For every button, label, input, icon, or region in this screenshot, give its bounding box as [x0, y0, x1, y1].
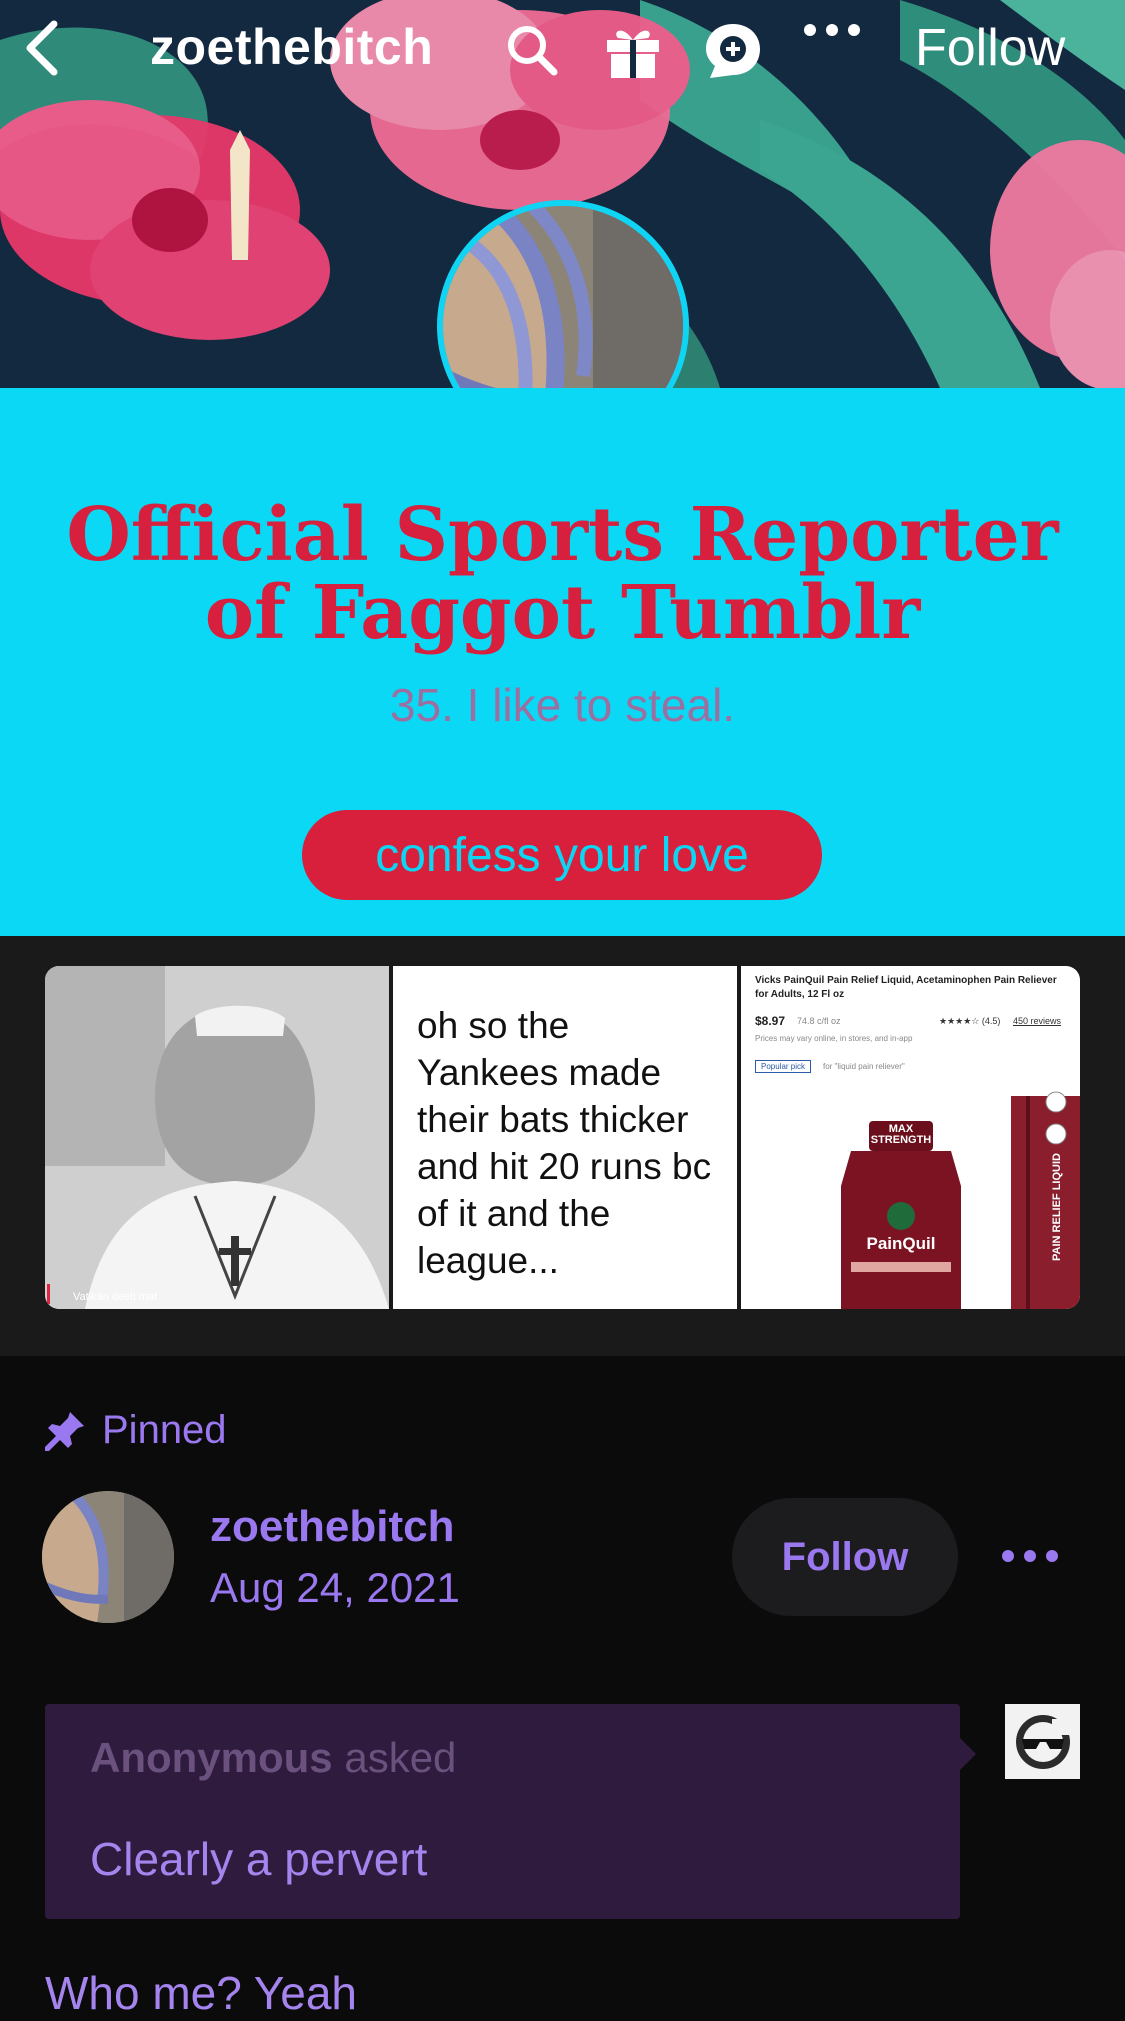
post-author-avatar[interactable]: [42, 1491, 174, 1623]
back-chevron-icon: [26, 20, 58, 76]
search-button[interactable]: [502, 20, 566, 84]
photo-image: [45, 966, 389, 1309]
more-horizontal-icon: [1002, 1550, 1058, 1562]
pinned-label: Pinned: [102, 1408, 227, 1452]
post-author-name[interactable]: zoethebitch: [210, 1502, 454, 1552]
ask-question: Clearly a pervert: [90, 1833, 428, 1885]
asked-label: asked: [344, 1734, 457, 1781]
grid-tile-photo[interactable]: Vatikan deelt mat: [45, 966, 389, 1309]
pinned-post: Pinned zoethebitch Aug 24, 2021 Follow A…: [0, 1356, 1125, 2021]
back-button[interactable]: [22, 18, 82, 86]
anonymous-avatar: [1005, 1704, 1080, 1779]
photo-caption: Vatikan deelt mat: [73, 1291, 158, 1303]
post-answer-text: Who me? Yeah: [45, 1967, 358, 2019]
blog-info-section: Official Sports Reporter of Faggot Tumbl…: [0, 388, 1125, 936]
asker-name: Anonymous: [90, 1734, 333, 1781]
confess-love-button[interactable]: confess your love: [302, 810, 822, 900]
featured-posts-grid: Vatikan deelt mat oh so the Yankees made…: [45, 966, 1080, 1309]
product-brand: PainQuil: [866, 1234, 936, 1253]
blog-description: 35. I like to steal.: [389, 679, 736, 731]
more-options-button[interactable]: [802, 20, 866, 84]
search-icon: [508, 26, 558, 76]
product-max-label: MAX STRENGTH: [870, 1123, 932, 1146]
top-navigation-bar: zoethebitch Follow: [0, 0, 1125, 105]
ask-bubble-tail: [958, 1736, 976, 1772]
author-avatar-image: [42, 1491, 174, 1623]
blog-name[interactable]: zoethebitch: [150, 18, 433, 76]
post-date: Aug 24, 2021: [210, 1564, 460, 1611]
blog-headline: Official Sports Reporter of Faggot Tumbl…: [66, 492, 1059, 656]
ask-button[interactable]: [702, 20, 766, 84]
post-follow-button[interactable]: Follow: [732, 1498, 958, 1616]
ask-bubble: Anonymous asked Clearly a pervert: [45, 1704, 960, 1919]
post-more-button[interactable]: [995, 1531, 1065, 1581]
more-horizontal-icon: [804, 24, 860, 36]
ask-bubble-icon: [706, 24, 760, 78]
text-post-preview: oh so the Yankees made their bats thicke…: [417, 1005, 712, 1281]
follow-blog-button[interactable]: Follow: [915, 18, 1065, 78]
gift-icon: [607, 30, 659, 78]
featured-posts-section: Vatikan deelt mat oh so the Yankees made…: [0, 936, 1125, 1356]
ask-header: Anonymous asked: [90, 1734, 456, 1782]
product-box-label: PAIN RELIEF LIQUID: [1051, 1153, 1063, 1261]
anonymous-sunglasses-icon: [1015, 1714, 1074, 1769]
grid-tile-product[interactable]: Vicks PainQuil Pain Relief Liquid, Aceta…: [741, 966, 1080, 1309]
gift-button[interactable]: [602, 20, 666, 84]
pinned-indicator: Pinned: [44, 1408, 227, 1453]
pin-icon: [45, 1411, 84, 1451]
grid-tile-text[interactable]: oh so the Yankees made their bats thicke…: [393, 966, 737, 1309]
